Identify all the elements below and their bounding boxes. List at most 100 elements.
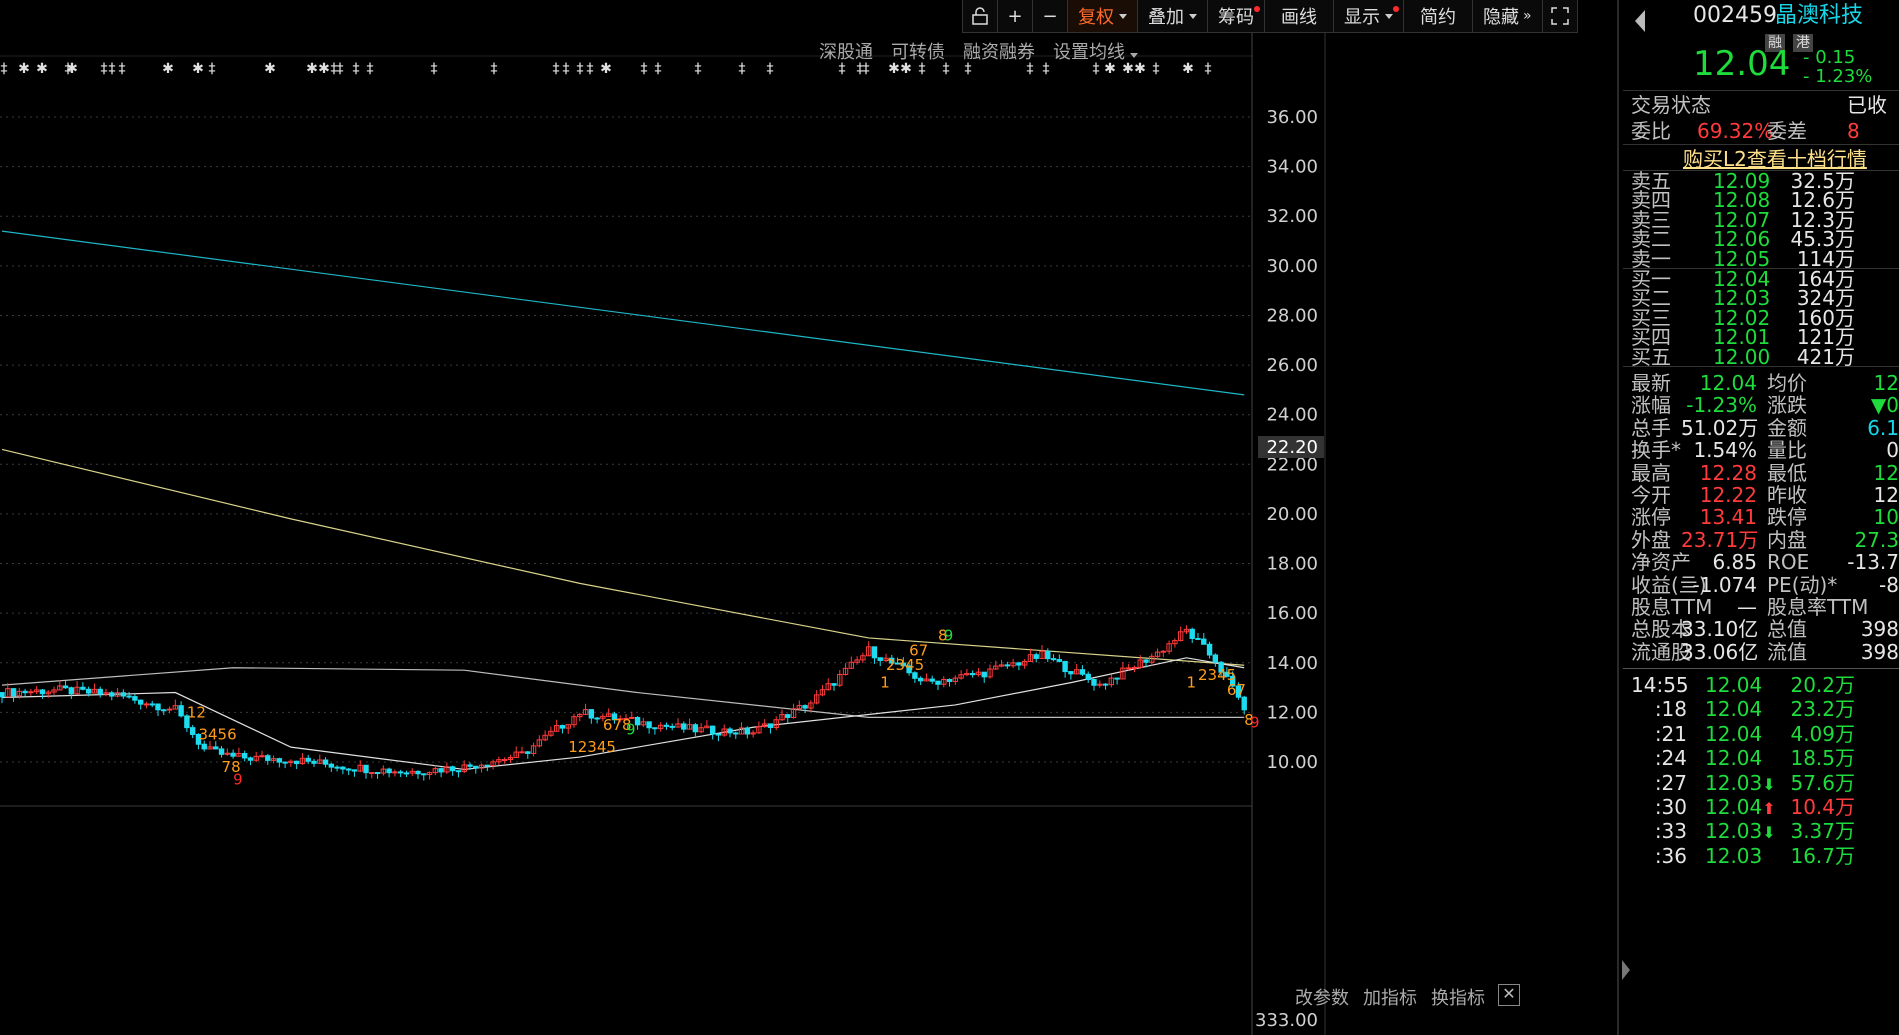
candle-body bbox=[189, 727, 196, 735]
event-marker-icon: ✱ bbox=[600, 61, 612, 77]
link-huanzhibiao[interactable]: 换指标 bbox=[1431, 984, 1485, 1010]
candle-body bbox=[397, 771, 404, 774]
yincang-button[interactable]: 隐藏» bbox=[1473, 0, 1543, 32]
link-gaicanshu[interactable]: 改参数 bbox=[1295, 984, 1349, 1010]
tick-volume: 3.37万 bbox=[1790, 819, 1855, 844]
tick-time: :33 bbox=[1654, 819, 1687, 844]
kline-chart[interactable]: ‡ ✱ ✱ ‡✱ ‡ ‡ ‡ ✱ ✱ ‡ ✱ ✱ ✱ ‡ ‡ ‡ ‡ ‡ ‡ ‡ ‡ ‡ ‡ ✱ ‡ ‡ ‡ ‡ ‡ ‡ ‡ ‡ ✱ ✱ ‡ ‡ ‡ ‡ ‡… bbox=[0, 0, 1520, 1035]
diejia-dropdown[interactable]: 叠加 bbox=[1138, 0, 1208, 32]
td-count-label: 12345 bbox=[568, 738, 616, 756]
td-count-label: 12 bbox=[187, 703, 206, 721]
link-jiazhibiao[interactable]: 加指标 bbox=[1363, 984, 1417, 1010]
td-count-label: 9 bbox=[233, 770, 243, 788]
event-marker-icon: ✱ bbox=[36, 61, 48, 77]
price-tick-label: 24.00 bbox=[1266, 405, 1318, 426]
candle-body bbox=[1143, 659, 1149, 663]
back-arrow-icon[interactable] bbox=[1635, 10, 1645, 32]
close-indicator-button[interactable]: ✕ bbox=[1498, 984, 1520, 1006]
candle-body bbox=[831, 683, 837, 686]
candle-body bbox=[1050, 658, 1057, 661]
candle-body bbox=[709, 725, 716, 735]
event-marker-icon: ‡ bbox=[109, 61, 116, 77]
td-count-label: 67 bbox=[909, 641, 928, 659]
candle-body bbox=[559, 725, 566, 729]
candle-body bbox=[501, 759, 508, 762]
tick-volume: 20.2万 bbox=[1790, 673, 1855, 697]
candle-body bbox=[149, 703, 155, 706]
fuquan-dropdown[interactable]: 复权 bbox=[1068, 0, 1138, 32]
jianyue-button[interactable]: 简约 bbox=[1404, 0, 1473, 32]
event-marker-icon: ‡ bbox=[1205, 61, 1212, 77]
candle-body bbox=[10, 688, 17, 697]
candle-body bbox=[155, 703, 161, 711]
link-shezhi-junxian[interactable]: 设置均线 bbox=[1053, 38, 1138, 64]
price-tick-label: 30.00 bbox=[1266, 256, 1318, 277]
candle-body bbox=[265, 755, 271, 761]
event-marker-icon: ✱ bbox=[18, 61, 30, 77]
huaxian-label: 画线 bbox=[1281, 7, 1317, 28]
candle-body bbox=[62, 685, 69, 689]
candle-body bbox=[369, 772, 375, 775]
chart-toolbar: + − 复权 叠加 筹码 画线 显示 简约 隐藏» bbox=[962, 0, 1578, 33]
event-marker-icon: ✱ bbox=[162, 61, 174, 77]
candle-body bbox=[1114, 677, 1120, 680]
candle-body bbox=[218, 748, 225, 755]
expand-icon[interactable] bbox=[1543, 0, 1578, 32]
chevron-down-icon bbox=[1119, 13, 1127, 19]
price-tick-label: 12.00 bbox=[1266, 702, 1318, 723]
event-marker-icon: ‡ bbox=[641, 61, 648, 77]
quote-panel: 002459 晶澳科技 融 港 12.04 - 0.15 - 1.23% 交易状… bbox=[1623, 0, 1899, 1035]
diejia-label: 叠加 bbox=[1148, 7, 1184, 28]
candle-body bbox=[421, 773, 427, 776]
candle-body bbox=[126, 695, 132, 698]
price-tick-label: 28.00 bbox=[1266, 305, 1318, 326]
candle-body bbox=[1068, 671, 1074, 675]
link-shengutong[interactable]: 深股通 bbox=[819, 38, 873, 64]
link-rongzirongquan[interactable]: 融资融券 bbox=[963, 38, 1035, 64]
xianshi-label: 显示 bbox=[1344, 7, 1380, 28]
zoom-in-button[interactable]: + bbox=[998, 0, 1033, 32]
chouma-label: 筹码 bbox=[1218, 7, 1254, 28]
td-count-label: 1 bbox=[1186, 674, 1196, 692]
stat-value: 33.06亿 bbox=[1681, 639, 1759, 664]
chart-sublinks: 深股通 可转债 融资融券 设置均线 bbox=[819, 38, 1138, 64]
zoom-out-button[interactable]: − bbox=[1033, 0, 1068, 32]
huaxian-button[interactable]: 画线 bbox=[1265, 0, 1334, 32]
candle-body bbox=[345, 768, 352, 771]
td-count-label: 67 bbox=[1227, 681, 1246, 699]
chouma-button[interactable]: 筹码 bbox=[1208, 0, 1265, 32]
kline-chart-area[interactable]: ‡ ✱ ✱ ‡ ✱ ‡ ‡ ‡ ✱ ✱ ‡ ✱ ✱ ✱ ‡ ‡ ‡ ‡ ‡ ‡ ‡ ‡ ‡ ‡ ✱ ‡ ‡ ‡ ‡ ‡ ‡ ‡ ‡ ✱ ✱ ‡ ‡ ‡ ‡ ‡… bbox=[0, 0, 1578, 1035]
candle-body bbox=[213, 746, 219, 750]
candle-body bbox=[178, 705, 184, 717]
notification-dot bbox=[1254, 6, 1260, 12]
candle-body bbox=[877, 657, 883, 661]
candle-body bbox=[1079, 669, 1086, 675]
fuquan-label: 复权 bbox=[1078, 7, 1114, 28]
candle-body bbox=[946, 679, 953, 682]
candle-body bbox=[328, 763, 335, 768]
xianshi-dropdown[interactable]: 显示 bbox=[1334, 0, 1404, 32]
candle-body bbox=[259, 755, 265, 758]
candle-body bbox=[403, 772, 410, 775]
candle-body bbox=[1212, 654, 1219, 663]
candle-body bbox=[1206, 643, 1213, 656]
price-change-pct: - 1.23% bbox=[1803, 66, 1873, 87]
chevron-down-icon bbox=[1189, 13, 1197, 19]
jianyue-label: 简约 bbox=[1420, 7, 1456, 28]
chevron-down-icon bbox=[1130, 53, 1138, 58]
tick-time: :18 bbox=[1654, 697, 1687, 722]
panel-divider[interactable] bbox=[1617, 0, 1619, 1035]
event-marker-icon: ‡ bbox=[367, 61, 374, 77]
trade-status-value: 已收 bbox=[1847, 93, 1887, 117]
event-marker-icon: ‡ bbox=[563, 61, 570, 77]
candle-body bbox=[935, 680, 941, 685]
candle-body bbox=[692, 724, 699, 733]
candle-body bbox=[519, 751, 525, 754]
candle-body bbox=[120, 692, 127, 697]
candle-body bbox=[1085, 673, 1091, 681]
minus-icon: − bbox=[1042, 5, 1058, 27]
link-kezhuanzhai[interactable]: 可转债 bbox=[891, 38, 945, 64]
candle-body bbox=[473, 765, 479, 769]
unlock-icon[interactable] bbox=[963, 0, 998, 32]
price-change: - 0.15 bbox=[1803, 47, 1856, 68]
